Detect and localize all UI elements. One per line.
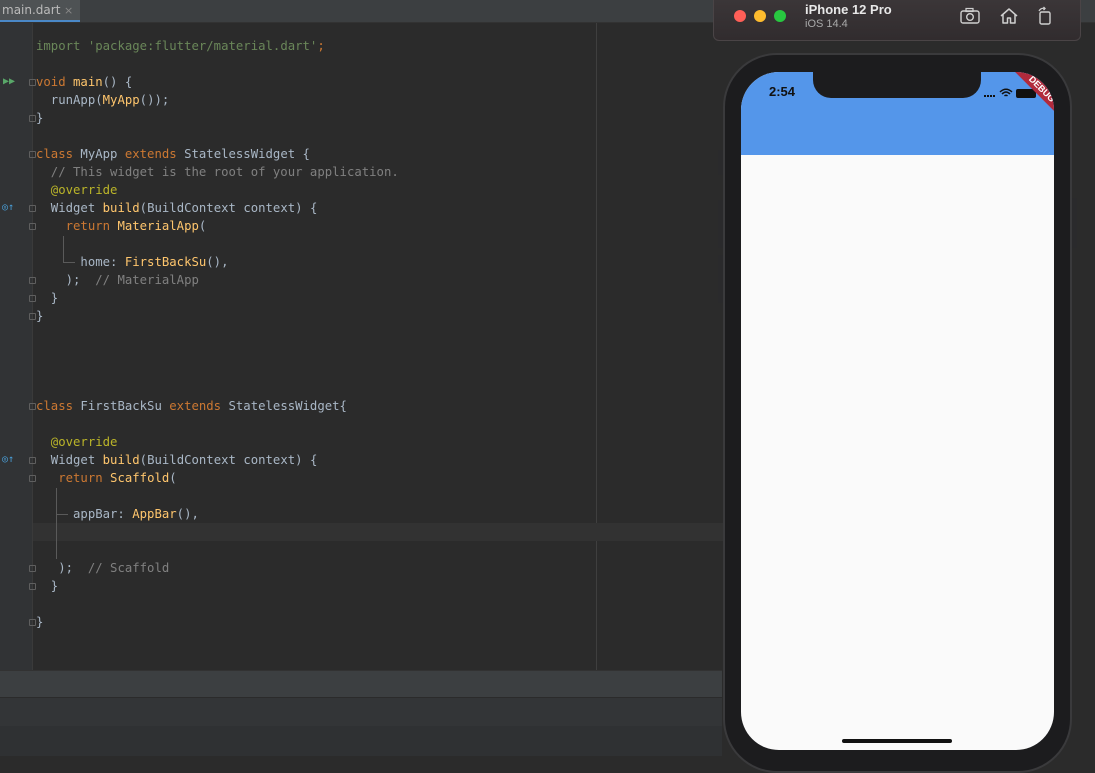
status-bar (0, 726, 722, 756)
fold-icon[interactable] (29, 457, 36, 464)
device-screen[interactable]: 2:54 DEBUG (741, 72, 1054, 750)
fold-icon[interactable] (29, 583, 36, 590)
screenshot-icon[interactable] (959, 6, 981, 26)
fold-icon[interactable] (29, 223, 36, 230)
fold-icon[interactable] (29, 151, 36, 158)
simulator-title-bar: iPhone 12 Pro iOS 14.4 (713, 0, 1081, 41)
code-line: } (36, 579, 59, 593)
code-line: void main() { (36, 75, 133, 89)
code-line: class FirstBackSu extends StatelessWidge… (36, 399, 347, 413)
fold-icon[interactable] (29, 565, 36, 572)
run-icon[interactable]: ▶▶ (3, 77, 15, 87)
code-line: Widget build(BuildContext context) { (36, 201, 318, 215)
rotate-icon[interactable] (1034, 6, 1056, 26)
code-line: appBar: AppBar(), (36, 507, 199, 521)
os-version: iOS 14.4 (805, 18, 848, 30)
tab-main-dart[interactable]: main.dart × (0, 0, 80, 22)
override-icon[interactable]: ◎↑ (2, 455, 14, 465)
power-button (1072, 198, 1077, 248)
close-window-button[interactable] (734, 10, 746, 22)
wifi-icon (999, 88, 1013, 97)
fold-icon[interactable] (29, 115, 36, 122)
code-line: ); // Scaffold (36, 561, 170, 575)
code-line: home: FirstBackSu(), (36, 255, 229, 269)
tab-label: main.dart (2, 3, 61, 17)
widget-tree-guide (56, 488, 57, 559)
minimize-window-button[interactable] (754, 10, 766, 22)
code-line: return Scaffold( (36, 471, 177, 485)
fold-icon[interactable] (29, 403, 36, 410)
fold-icon[interactable] (29, 313, 36, 320)
editor-breadcrumb-bar (0, 670, 722, 697)
fold-icon[interactable] (29, 205, 36, 212)
device-name: iPhone 12 Pro (805, 2, 892, 17)
code-line: ); // MaterialApp (36, 273, 199, 287)
tool-window-bar (0, 697, 722, 726)
fold-icon[interactable] (29, 277, 36, 284)
code-line: // This widget is the root of your appli… (36, 165, 399, 179)
fold-icon[interactable] (29, 475, 36, 482)
code-line: } (36, 291, 59, 305)
code-line: @override (36, 435, 118, 449)
fold-icon[interactable] (29, 79, 36, 86)
fold-icon[interactable] (29, 295, 36, 302)
code-line: runApp(MyApp()); (36, 93, 170, 107)
code-line: @override (36, 183, 118, 197)
status-time: 2:54 (769, 84, 796, 99)
close-icon[interactable]: × (64, 0, 73, 21)
code-line: } (36, 615, 44, 629)
fold-icon[interactable] (29, 619, 36, 626)
current-line-highlight (33, 523, 723, 541)
override-icon[interactable]: ◎↑ (2, 203, 14, 213)
zoom-window-button[interactable] (774, 10, 786, 22)
home-indicator[interactable] (842, 739, 952, 743)
home-icon[interactable] (998, 6, 1020, 26)
signal-icon (984, 95, 995, 97)
code-line: return MaterialApp( (36, 219, 207, 233)
right-margin-guide (596, 23, 597, 670)
code-line: Widget build(BuildContext context) { (36, 453, 318, 467)
code-line: import 'package:flutter/material.dart'; (36, 39, 325, 53)
notch (813, 72, 981, 98)
code-line: } (36, 111, 44, 125)
code-line: } (36, 309, 44, 323)
code-line: class MyApp extends StatelessWidget { (36, 147, 310, 161)
